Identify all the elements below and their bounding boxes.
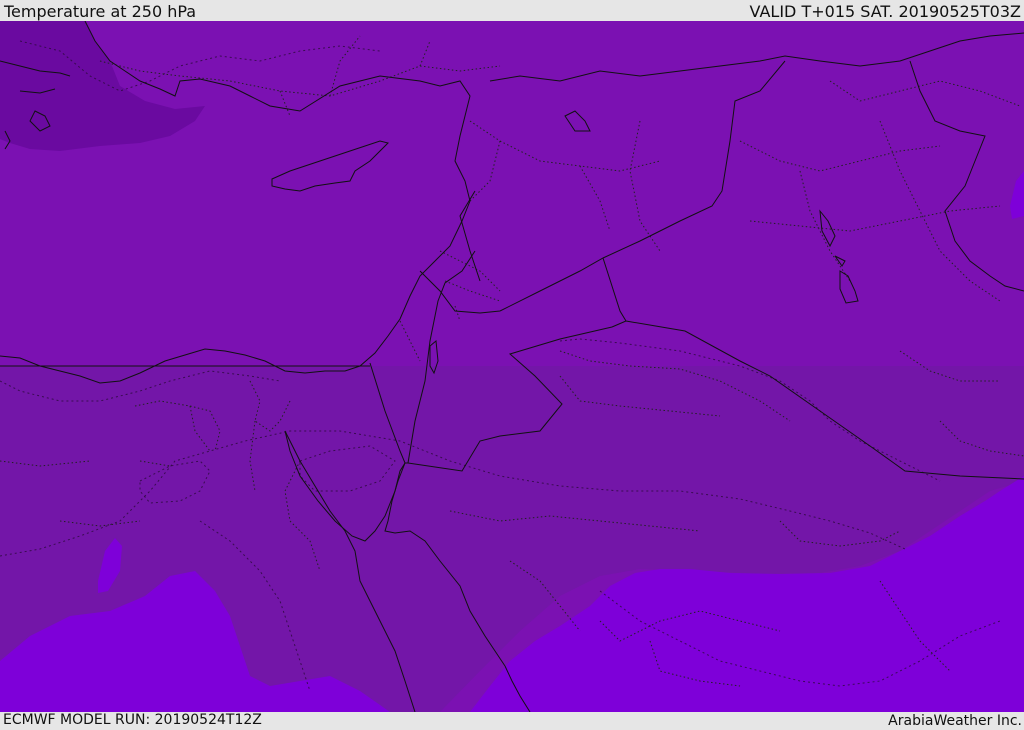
model-run-label: ECMWF MODEL RUN: 20190524T12Z: [3, 712, 262, 728]
footer-bar: ECMWF MODEL RUN: 20190524T12Z ArabiaWeat…: [0, 712, 1024, 729]
map-area[interactable]: [0, 21, 1024, 712]
valid-time: VALID T+015 SAT. 20190525T03Z: [749, 2, 1021, 21]
map-title: Temperature at 250 hPa: [4, 2, 197, 21]
header-bar: Temperature at 250 hPa VALID T+015 SAT. …: [0, 0, 1024, 21]
credit-label: ArabiaWeather Inc.: [888, 713, 1022, 729]
temperature-map: [0, 21, 1024, 712]
